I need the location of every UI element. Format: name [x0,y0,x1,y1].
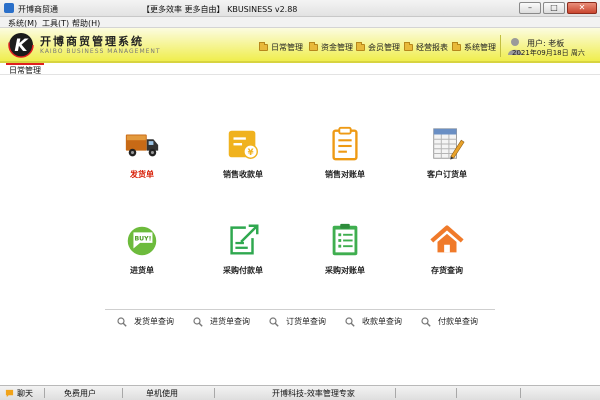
usage-mode: 单机使用 [146,389,178,398]
tile-purchase-order[interactable]: BUY! 进货单 [102,221,182,276]
query-shipping[interactable]: 发货单查询 [117,316,174,327]
svg-text:BUY!: BUY! [134,235,151,242]
vendor-info: 开博科技-效率管理专家 [272,389,355,398]
chat-button[interactable]: 聊天 [17,388,33,399]
tile-sales-receipt[interactable]: ¥ 销售收款单 [203,125,283,180]
status-bar: 聊天 免费用户 单机使用 开博科技-效率管理专家 [0,385,600,400]
nav-label: 系统管理 [464,43,496,52]
search-icon [421,316,431,327]
search-icon [193,316,203,327]
search-icon [117,316,127,327]
export-doc-icon [230,224,259,255]
header-separator [500,35,501,57]
tab-daily-management[interactable]: 日常管理 [6,63,44,75]
query-label: 进货单查询 [210,317,250,326]
nav-reports[interactable]: 经营报表 [404,42,448,53]
status-separator [122,388,123,398]
clipboard-icon [332,126,358,161]
tile-label: 销售收款单 [223,170,263,179]
tile-label: 采购对账单 [325,266,365,275]
tile-inventory-query[interactable]: 存货查询 [407,221,487,276]
query-label: 发货单查询 [134,317,174,326]
status-separator [456,388,457,398]
query-order[interactable]: 订货单查询 [269,316,326,327]
checklist-icon [332,223,358,256]
minimize-button[interactable]: – [519,2,541,14]
tile-label: 采购付款单 [223,266,263,275]
search-icon [345,316,355,327]
tile-customer-order[interactable]: 客户订货单 [407,125,487,180]
status-separator [44,388,45,398]
nav-label: 日常管理 [271,43,303,52]
tile-label: 客户订货单 [427,170,467,179]
window-title: 开博商贸通 [18,5,58,14]
buy-tag-icon: BUY! [127,226,157,256]
nav-label: 会员管理 [368,43,400,52]
menu-bar: 系统(M) 工具(T) 帮助(H) [0,17,600,28]
spreadsheet-pen-icon [433,128,465,160]
tile-label: 进货单 [130,266,154,275]
query-label: 收款单查询 [362,317,402,326]
nav-system[interactable]: 系统管理 [452,42,496,53]
logo-k-icon: K [8,32,34,58]
close-button[interactable]: ✕ [567,2,597,14]
maximize-button[interactable]: □ [543,2,565,14]
app-icon [4,3,14,13]
nav-daily[interactable]: 日常管理 [259,42,303,53]
brand-title: 开博商贸管理系统 [40,35,144,48]
status-separator [214,388,215,398]
house-icon [430,225,464,253]
status-separator [395,388,396,398]
title-bar: 开博商贸通 【更多效率 更多自由】 KBUSINESS v2.88 – □ ✕ [0,0,600,17]
status-separator [520,388,521,398]
quick-query-bar: 发货单查询 进货单查询 订货单查询 收款单查询 付款单查询 [105,309,495,332]
brand-subtitle: KAIBO BUSINESS MANAGEMENT [40,48,161,55]
folder-icon [259,42,268,51]
folder-icon [404,42,413,51]
window-slogan: 【更多效率 更多自由】 KBUSINESS v2.88 [142,5,298,14]
tile-sales-statement[interactable]: 销售对账单 [305,125,385,180]
query-label: 订货单查询 [286,317,326,326]
tile-purchase-payment[interactable]: 采购付款单 [203,221,283,276]
query-purchase[interactable]: 进货单查询 [193,316,250,327]
nav-label: 经营报表 [416,43,448,52]
truck-icon [125,134,159,157]
user-type: 免费用户 [64,389,96,398]
search-icon [269,316,279,327]
yen-card-icon: ¥ [228,130,258,159]
tile-shipping-order[interactable]: 发货单 [102,125,182,180]
tab-strip: 日常管理 [0,63,600,75]
query-label: 付款单查询 [438,317,478,326]
svg-text:¥: ¥ [248,148,254,158]
tile-label: 销售对账单 [325,170,365,179]
nav-members[interactable]: 会员管理 [356,42,400,53]
nav-label: 资金管理 [321,43,353,52]
tile-purchase-statement[interactable]: 采购对账单 [305,221,385,276]
current-date: 2021年09月18日 周六 [512,49,585,57]
folder-icon [356,42,365,51]
folder-icon [452,42,461,51]
nav-funds[interactable]: 资金管理 [309,42,353,53]
folder-icon [309,42,318,51]
chat-icon [5,389,14,398]
tile-label: 发货单 [130,170,154,179]
query-payment[interactable]: 付款单查询 [421,316,478,327]
svg-text:K: K [14,36,29,56]
tile-label: 存货查询 [431,266,463,275]
query-receipt[interactable]: 收款单查询 [345,316,402,327]
